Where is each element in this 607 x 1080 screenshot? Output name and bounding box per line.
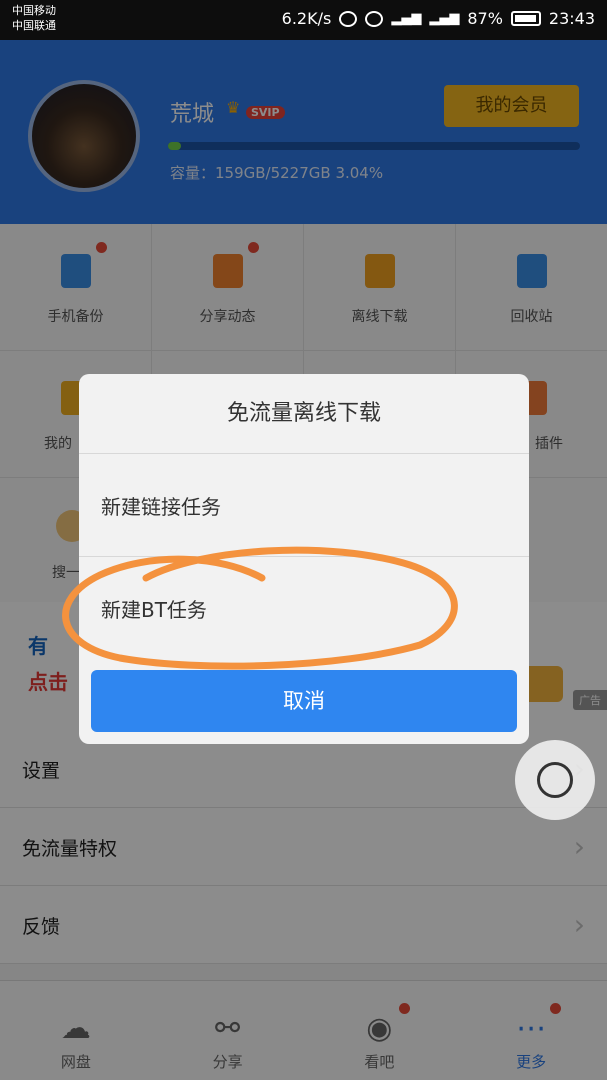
battery-icon	[510, 11, 541, 26]
carrier-info: 中国移动 中国联通	[12, 3, 56, 33]
new-bt-task-label: 新建BT任务	[101, 598, 207, 622]
new-link-task-label: 新建链接任务	[101, 495, 221, 519]
new-bt-task-option[interactable]: 新建BT任务	[79, 558, 529, 660]
floating-assist-button[interactable]	[515, 740, 595, 820]
signal-icon: ▂▄▆	[391, 11, 422, 26]
new-link-task-option[interactable]: 新建链接任务	[79, 455, 529, 557]
carrier-1: 中国移动	[12, 4, 56, 17]
offline-download-dialog: 免流量离线下载 新建链接任务 新建BT任务 取消	[79, 374, 529, 744]
status-bar: 中国移动 中国联通 6.2K/s ▂▄▆ ▂▄▆ 87% 23:43	[0, 0, 607, 40]
network-speed: 6.2K/s	[281, 9, 332, 28]
carrier-2: 中国联通	[12, 19, 56, 32]
status-indicators: 6.2K/s ▂▄▆ ▂▄▆ 87% 23:43	[282, 9, 595, 28]
signal-4g-icon: ▂▄▆	[429, 11, 460, 26]
battery-percent: 87%	[467, 9, 503, 28]
clock: 23:43	[548, 9, 595, 28]
eye-comfort-icon	[365, 10, 384, 27]
cancel-button[interactable]: 取消	[91, 670, 517, 732]
alarm-icon	[339, 10, 358, 27]
ring-icon	[537, 762, 573, 798]
dialog-title: 免流量离线下载	[79, 374, 529, 454]
